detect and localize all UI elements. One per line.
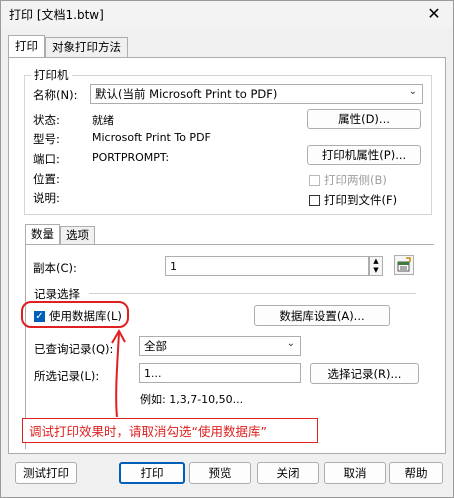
printer-name-select[interactable]: 默认(当前 Microsoft Print to PDF) ⌄ <box>90 84 423 104</box>
properties-button[interactable]: 属性(D)... <box>307 109 421 129</box>
selected-records-input[interactable]: 1... <box>139 363 301 383</box>
port-value: PORTPROMPT: <box>92 151 170 164</box>
copies-input[interactable]: 1 <box>165 256 369 276</box>
annotation-arrow-icon <box>111 328 126 418</box>
checkbox-box <box>309 194 320 206</box>
printer-name-value: 默认(当前 Microsoft Print to PDF) <box>95 87 278 101</box>
queried-records-value: 全部 <box>144 339 167 353</box>
tab-options[interactable]: 选项 <box>60 226 95 244</box>
chevron-down-icon: ⌄ <box>286 338 295 349</box>
comment-label: 说明: <box>33 191 60 205</box>
help-button[interactable]: 帮助 <box>389 462 443 484</box>
annotation-callout: 调试打印效果时，请取消勾选“使用数据库” <box>22 418 318 443</box>
database-settings-button[interactable]: 数据库设置(A)... <box>254 305 390 326</box>
title-bar: 打印 [文档1.btw] ✕ <box>1 1 453 27</box>
queried-records-select[interactable]: 全部 ⌄ <box>139 336 301 356</box>
test-print-button[interactable]: 测试打印 <box>15 462 77 484</box>
status-label: 状态: <box>33 113 60 127</box>
main-tabs: 打印 对象打印方法 <box>8 35 128 57</box>
window-title: 打印 [文档1.btw] <box>9 7 104 22</box>
highlight-ring <box>21 301 129 328</box>
tab-quantity[interactable]: 数量 <box>25 224 60 244</box>
printer-properties-button[interactable]: 打印机属性(P)... <box>307 145 421 165</box>
selected-records-label: 所选记录(L): <box>34 369 100 383</box>
tab-object-print-method[interactable]: 对象打印方法 <box>45 37 128 57</box>
port-label: 端口: <box>33 152 60 166</box>
location-label: 位置: <box>33 172 60 186</box>
selected-records-value: 1... <box>144 366 162 380</box>
print-dialog: 打印 [文档1.btw] ✕ 打印 对象打印方法 打印机 名称(N): 默认(当… <box>0 0 454 498</box>
inner-tabs: 数量 选项 <box>25 224 95 244</box>
preview-button[interactable]: 预览 <box>189 462 251 484</box>
copies-settings-button[interactable] <box>394 255 414 275</box>
checkbox-box <box>309 174 320 186</box>
stepper-up-icon[interactable]: ▲ <box>370 257 382 266</box>
status-value: 就绪 <box>92 114 114 127</box>
queried-records-label: 已查询记录(Q): <box>34 342 114 356</box>
model-value: Microsoft Print To PDF <box>92 131 211 144</box>
records-example: 例如: 1,3,7-10,50... <box>140 393 244 406</box>
copies-value: 1 <box>170 259 177 273</box>
print-to-file-checkbox[interactable]: 打印到文件(F) <box>309 192 397 208</box>
record-selection-divider <box>89 293 416 294</box>
cancel-button[interactable]: 取消 <box>324 462 386 484</box>
tab-print[interactable]: 打印 <box>8 35 45 57</box>
chevron-down-icon: ⌄ <box>408 86 417 97</box>
printer-name-label: 名称(N): <box>33 88 78 102</box>
select-records-button[interactable]: 选择记录(R)... <box>310 363 419 384</box>
close-button[interactable]: 关闭 <box>257 462 319 484</box>
copies-settings-icon <box>397 257 411 272</box>
print-both-sides-label: 打印两侧(B) <box>324 173 387 187</box>
print-both-sides-checkbox[interactable]: 打印两侧(B) <box>309 172 387 188</box>
copies-label: 副本(C): <box>33 261 77 275</box>
copies-stepper[interactable]: ▲ ▼ <box>369 256 383 276</box>
stepper-down-icon[interactable]: ▼ <box>370 266 382 275</box>
print-button[interactable]: 打印 <box>119 462 185 484</box>
close-icon[interactable]: ✕ <box>425 5 443 23</box>
model-label: 型号: <box>33 132 60 146</box>
print-to-file-label: 打印到文件(F) <box>324 193 398 207</box>
printer-group-label: 打印机 <box>34 68 69 82</box>
record-selection-label: 记录选择 <box>34 287 80 301</box>
